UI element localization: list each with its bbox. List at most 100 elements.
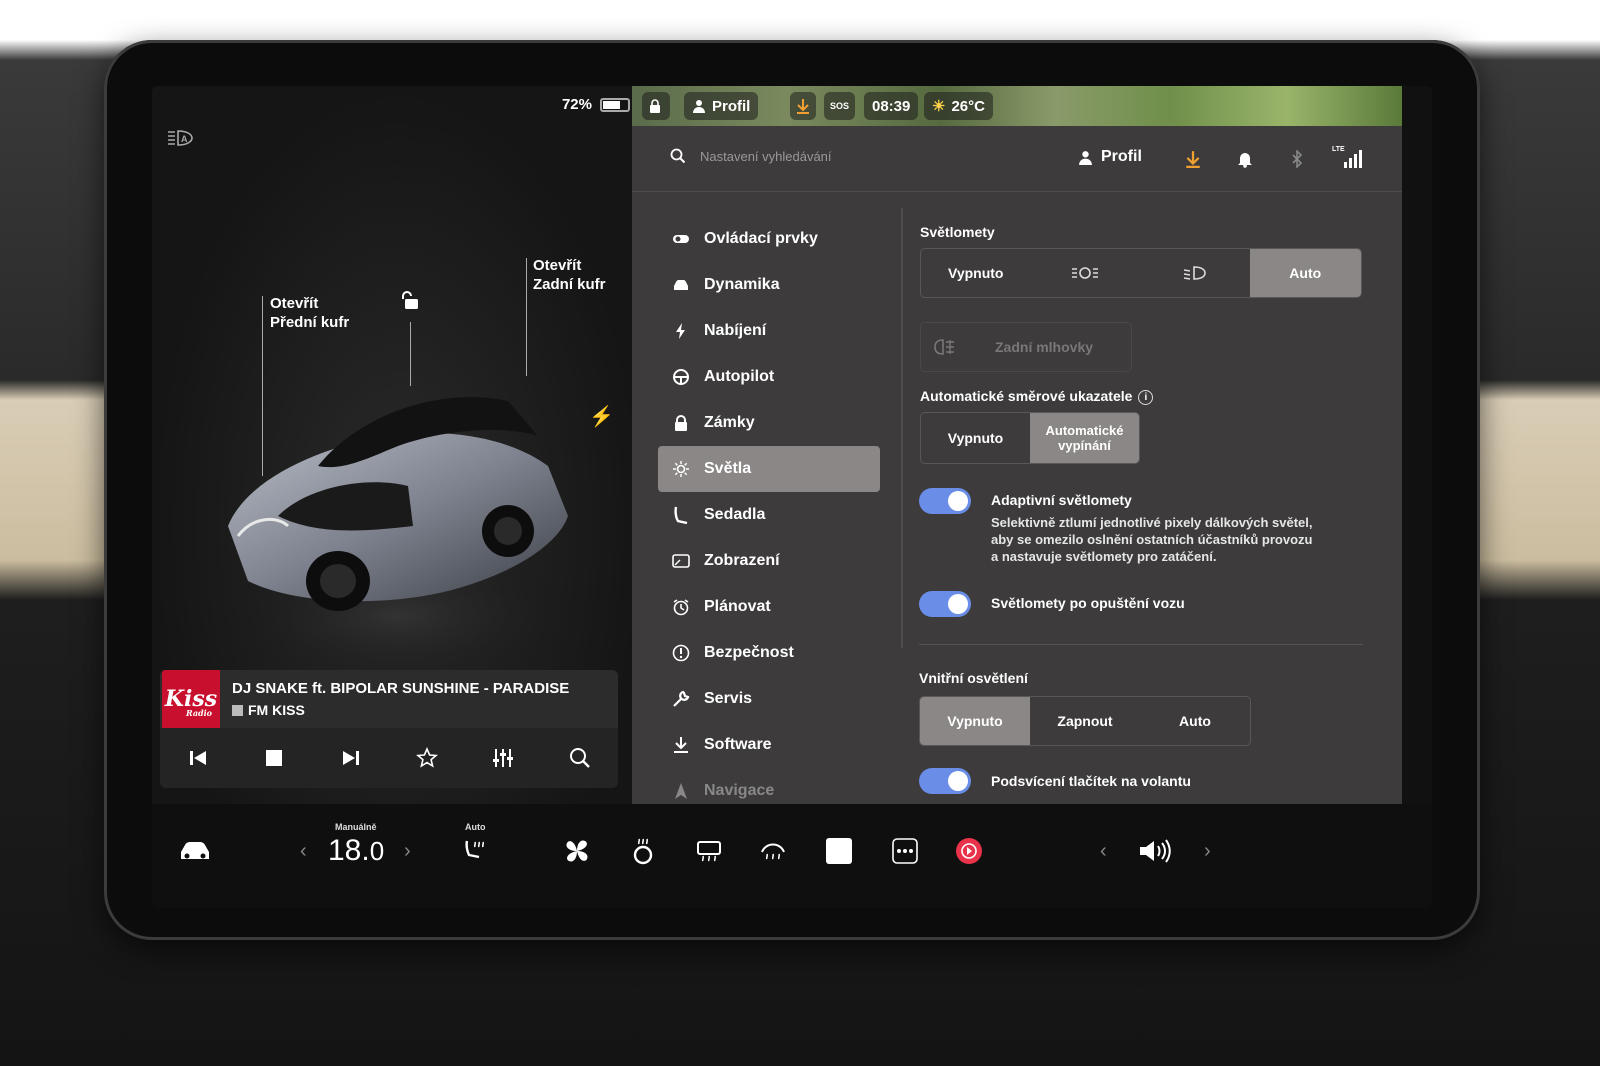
map-download-button[interactable] (790, 92, 816, 120)
seat-heater-mode-label: Auto (465, 822, 486, 832)
steering-heater-button[interactable] (626, 834, 660, 868)
rear-defrost-button[interactable] (692, 834, 726, 868)
adaptive-desc-line1: Selektivně ztlumí jednotlivé pixely dálk… (991, 515, 1313, 530)
rear-trunk-button[interactable]: Otevřít Zadní kufr (533, 256, 606, 294)
rear-trunk-line (526, 258, 527, 376)
profile-button[interactable]: Profil (1078, 148, 1142, 166)
more-apps-button[interactable] (888, 834, 922, 868)
settings-topbar: Nastavení vyhledávání Profil LTE (632, 126, 1402, 192)
adaptive-headlights-toggle[interactable] (919, 488, 971, 514)
lte-label: LTE (1332, 146, 1345, 153)
adaptive-desc-line3: a nastavuje světlomety pro zatáčení. (991, 549, 1217, 564)
bolt-icon (676, 323, 685, 339)
menu-item-ovladaci-prvky[interactable]: Ovládací prvky (658, 216, 880, 262)
touchscreen: 72% A Otevřít Přední kufr Otevřít Zadní … (152, 86, 1432, 908)
seat-heater-button[interactable] (458, 834, 492, 868)
temp-up-button[interactable]: › (404, 840, 411, 863)
menu-item-zamky[interactable]: Zámky (658, 400, 880, 446)
volume-up-button[interactable]: › (1204, 840, 1211, 863)
menu-item-label: Autopilot (704, 368, 775, 385)
alert-icon (672, 644, 690, 662)
auto-headlights-icon[interactable]: A (166, 128, 196, 148)
front-trunk-label: Přední kufr (270, 314, 350, 331)
volume-button[interactable] (1138, 834, 1172, 868)
menu-item-autopilot[interactable]: Autopilot (658, 354, 880, 400)
auto-turn-auto-line2: vypínání (1058, 438, 1111, 453)
seat-icon (674, 506, 688, 524)
menu-item-label: Nabíjení (704, 322, 767, 339)
search-icon (670, 148, 686, 164)
menu-item-zobrazeni[interactable]: Zobrazení (658, 538, 880, 584)
car-button[interactable] (178, 834, 212, 868)
steering-backlight-toggle[interactable] (919, 768, 971, 794)
skip-forward-icon (342, 751, 359, 765)
unlock-icon[interactable] (400, 290, 422, 312)
clock-icon (673, 599, 689, 616)
interior-auto-option[interactable]: Auto (1140, 697, 1250, 745)
next-track-button[interactable] (338, 745, 364, 771)
menu-item-label: Servis (704, 690, 753, 707)
parking-lights-option[interactable] (1031, 249, 1141, 297)
person-icon (1079, 150, 1092, 165)
menu-item-nabijeni[interactable]: Nabíjení (658, 308, 880, 354)
sos-button[interactable]: SOS (824, 92, 856, 120)
menu-item-bezpecnost[interactable]: Bezpečnost (658, 630, 880, 676)
bluetooth-icon[interactable] (1288, 150, 1306, 168)
sun-icon: ☀ (932, 98, 946, 115)
exit-lights-toggle[interactable] (919, 591, 971, 617)
info-icon[interactable]: i (1138, 389, 1154, 405)
menu-item-servis[interactable]: Servis (658, 676, 880, 722)
fan-icon (566, 840, 588, 862)
temp-down-button[interactable]: ‹ (300, 840, 307, 863)
charge-port-icon[interactable]: ⚡ (589, 404, 614, 429)
headlights-off-option[interactable]: Vypnuto (921, 249, 1031, 297)
lock-status[interactable] (642, 92, 670, 120)
notes-button[interactable] (822, 834, 856, 868)
person-icon (693, 100, 705, 113)
menu-item-label: Software (704, 736, 772, 753)
album-art-subtext: Radio (186, 708, 212, 718)
settings-search[interactable]: Nastavení vyhledávání (670, 148, 832, 164)
auto-turn-off-option[interactable]: Vypnuto (921, 413, 1030, 463)
car-icon (674, 280, 688, 290)
menu-scrollbar[interactable] (901, 208, 903, 648)
menu-item-planovat[interactable]: Plánovat (658, 584, 880, 630)
front-trunk-button[interactable]: Otevřít Přední kufr (270, 294, 349, 332)
adaptive-headlights-label: Adaptivní světlomety (991, 492, 1132, 508)
stop-button[interactable] (261, 745, 287, 771)
media-search-button[interactable] (567, 745, 593, 771)
interior-lights-selector: Vypnuto Zapnout Auto (919, 696, 1251, 746)
display-icon (672, 554, 690, 568)
auto-turn-auto-line1: Automatické (1045, 423, 1124, 438)
headlights-auto-option[interactable]: Auto (1249, 249, 1361, 297)
volume-down-button[interactable]: ‹ (1100, 840, 1107, 863)
map-profile-button[interactable]: Profil (684, 92, 759, 120)
interior-off-option[interactable]: Vypnuto (920, 697, 1030, 745)
album-art: Kiss Radio (162, 670, 220, 728)
download-icon[interactable] (1184, 150, 1202, 168)
auto-turn-auto-option[interactable]: Automatické vypínání (1030, 413, 1139, 463)
navigation-icon (675, 783, 687, 799)
menu-item-dynamika[interactable]: Dynamika (658, 262, 880, 308)
map-strip[interactable]: Profil SOS 08:39 ☀ 26°C (632, 86, 1402, 126)
menu-item-svetla[interactable]: Světla (658, 446, 880, 492)
cabin-temperature[interactable]: 18.0 (328, 834, 384, 868)
car-3d-image (218, 397, 578, 686)
low-beam-option[interactable] (1140, 249, 1250, 297)
menu-item-sedadla[interactable]: Sedadla (658, 492, 880, 538)
front-defrost-button[interactable] (756, 834, 790, 868)
fan-button[interactable] (560, 834, 594, 868)
menu-item-label: Bezpečnost (704, 644, 794, 661)
interior-on-option[interactable]: Zapnout (1030, 697, 1140, 745)
equalizer-button[interactable] (490, 745, 516, 771)
search-input[interactable]: Nastavení vyhledávání (700, 149, 832, 164)
previous-track-button[interactable] (185, 745, 211, 771)
now-playing[interactable]: Kiss Radio DJ SNAKE ft. BIPOLAR SUNSHINE… (160, 670, 618, 728)
media-app-button[interactable] (952, 834, 986, 868)
rear-fog-button[interactable]: Zadní mlhovky (920, 322, 1132, 372)
menu-item-software[interactable]: Software (658, 722, 880, 768)
play-circle-icon (956, 838, 982, 864)
bell-icon[interactable] (1236, 150, 1254, 168)
favorite-button[interactable] (414, 745, 440, 771)
battery-status: 72% (562, 96, 630, 113)
